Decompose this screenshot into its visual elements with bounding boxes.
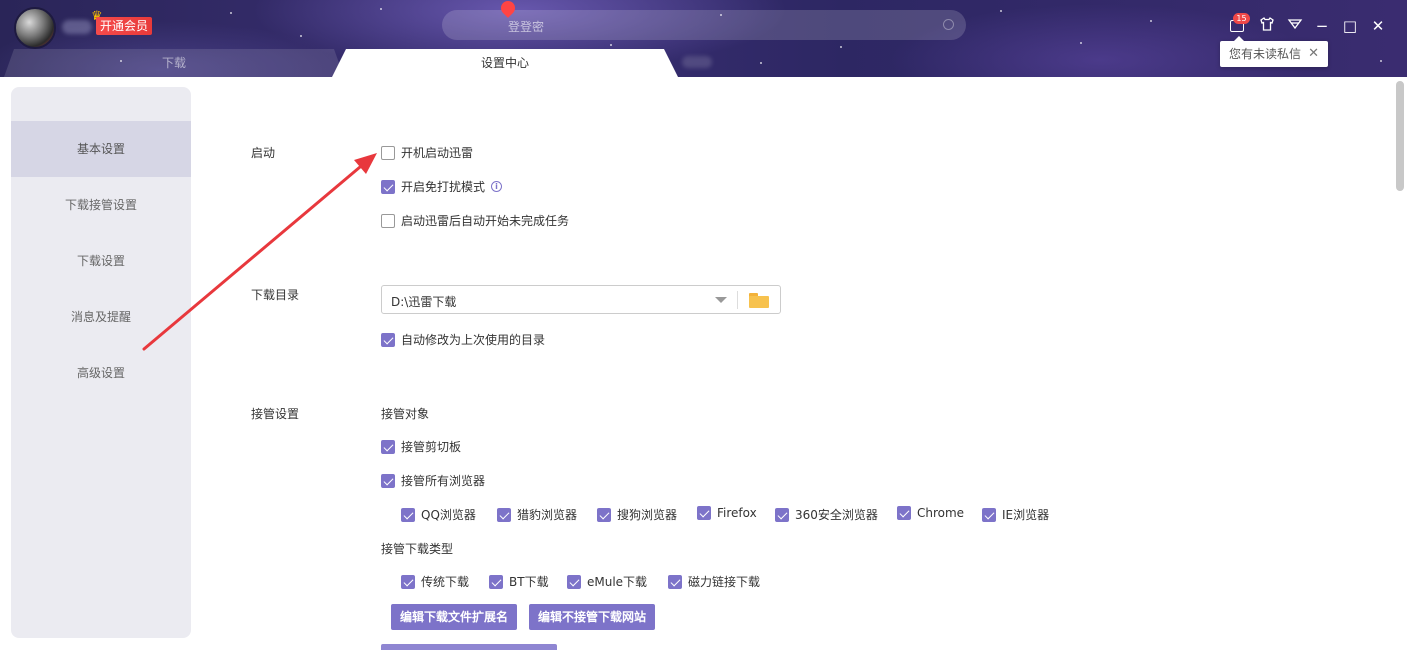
option-label: IE浏览器 [1002,508,1050,522]
scrollbar[interactable] [1393,77,1407,650]
browser-checkbox[interactable] [497,507,511,522]
browser-option-liebao[interactable]: 猎豹浏览器 [497,506,577,523]
download-dir-value: D:\迅雷下载 [391,295,457,309]
browser-checkbox[interactable] [775,507,789,522]
shirt-icon[interactable] [1257,16,1277,36]
option-label: QQ浏览器 [421,508,476,522]
browser-option-firefox[interactable]: Firefox [697,506,757,520]
takeover-clipboard-option[interactable]: 接管剪切板 [381,438,461,455]
takeover-all-browsers-option[interactable]: 接管所有浏览器 [381,472,485,489]
unread-messages-tooltip[interactable]: 您有未读私信 ✕ [1220,36,1328,67]
search-input[interactable]: 登登密 [442,0,966,40]
auto-modify-dir-checkbox[interactable] [381,332,395,347]
maximize-button[interactable]: □ [1340,16,1360,36]
do-not-disturb-checkbox[interactable] [381,179,395,194]
auto-modify-dir-option[interactable]: 自动修改为上次使用的目录 [381,331,545,348]
option-label: Firefox [717,506,757,520]
folder-icon[interactable] [749,293,769,308]
auto-resume-option[interactable]: 启动迅雷后自动开始未完成任务 [381,212,569,229]
startup-on-boot-checkbox[interactable] [381,145,395,160]
browser-option-ie[interactable]: IE浏览器 [982,506,1049,523]
option-label: 接管所有浏览器 [401,474,486,488]
browser-checkbox[interactable] [982,507,996,522]
settings-sidebar: 基本设置 下载接管设置 下载设置 消息及提醒 高级设置 [11,87,191,638]
location-pin-icon [498,0,518,18]
username[interactable] [62,20,92,34]
browser-option-360[interactable]: 360安全浏览器 [775,506,878,523]
annotation-arrow [142,153,377,351]
type-option-magnet[interactable]: 磁力链接下载 [668,573,760,590]
option-label: 360安全浏览器 [795,508,878,522]
chevron-down-icon[interactable] [715,297,727,303]
takeover-all-browsers-checkbox[interactable] [381,473,395,488]
option-label: 接管剪切板 [401,440,462,454]
option-label: BT下载 [509,575,549,589]
search-placeholder: 登登密 [508,20,545,34]
tab-download[interactable]: 下载 [4,49,344,77]
sidebar-item-basic[interactable]: 基本设置 [11,121,191,177]
takeover-types-label: 接管下载类型 [381,542,454,556]
type-checkbox[interactable] [567,574,581,589]
search-icon[interactable] [943,19,954,30]
avatar[interactable] [14,7,56,49]
takeover-clipboard-checkbox[interactable] [381,439,395,454]
download-dir-section-label: 下载目录 [251,288,300,302]
sidebar-item-takeover[interactable]: 下载接管设置 [11,177,191,233]
tab-settings-center[interactable]: 设置中心 [332,49,678,77]
takeover-targets-label: 接管对象 [381,407,430,421]
option-label: eMule下载 [587,575,648,589]
option-label: 磁力链接下载 [688,575,761,589]
browser-checkbox[interactable] [401,507,415,522]
type-checkbox[interactable] [401,574,415,589]
option-label: 开机启动迅雷 [401,146,474,160]
type-checkbox[interactable] [489,574,503,589]
option-label: 开启免打扰模式 [401,180,486,194]
option-label: 猎豹浏览器 [517,508,578,522]
edit-excluded-sites-button[interactable]: 编辑不接管下载网站 [529,604,656,630]
sidebar-item-advanced[interactable]: 高级设置 [11,345,191,401]
minimize-button[interactable]: − [1312,16,1332,36]
vip-button[interactable]: 开通会员 [96,17,153,35]
edit-extensions-button[interactable]: 编辑下载文件扩展名 [391,604,518,630]
more-button[interactable] [381,644,557,650]
type-checkbox[interactable] [668,574,682,589]
browser-checkbox[interactable] [597,507,611,522]
info-icon[interactable]: i [491,181,503,192]
title-bar: ♛ 开通会员 登登密 15 − □ ✕ 下载 设置中心 [0,0,1407,77]
option-label: 传统下载 [421,575,470,589]
auto-resume-checkbox[interactable] [381,213,395,228]
sidebar-item-notifications[interactable]: 消息及提醒 [11,289,191,345]
type-option-bt[interactable]: BT下载 [489,573,549,590]
message-count-badge: 15 [1233,13,1250,24]
browser-checkbox[interactable] [897,506,911,520]
browser-checkbox[interactable] [697,506,711,520]
close-button[interactable]: ✕ [1368,16,1388,36]
tooltip-text: 您有未读私信 [1229,47,1302,61]
type-option-emule[interactable]: eMule下载 [567,573,647,590]
startup-on-boot-option[interactable]: 开机启动迅雷 [381,144,473,161]
option-label: Chrome [917,506,965,520]
option-label: 启动迅雷后自动开始未完成任务 [401,214,570,228]
divider [737,291,738,309]
startup-section-label: 启动 [251,146,276,160]
type-option-traditional[interactable]: 传统下载 [401,573,469,590]
do-not-disturb-option[interactable]: 开启免打扰模式 i [381,178,503,195]
option-label: 搜狗浏览器 [617,508,678,522]
takeover-section-label: 接管设置 [251,407,300,421]
browser-option-chrome[interactable]: Chrome [897,506,964,520]
browser-option-qq[interactable]: QQ浏览器 [401,506,476,523]
sidebar-item-download[interactable]: 下载设置 [11,233,191,289]
tab-extra[interactable] [682,56,712,68]
download-dir-select[interactable]: D:\迅雷下载 [381,285,781,314]
menu-icon[interactable] [1285,16,1305,36]
browser-option-sogou[interactable]: 搜狗浏览器 [597,506,677,523]
tooltip-close-icon[interactable]: ✕ [1308,41,1319,67]
option-label: 自动修改为上次使用的目录 [401,333,546,347]
scrollbar-thumb[interactable] [1396,81,1404,191]
